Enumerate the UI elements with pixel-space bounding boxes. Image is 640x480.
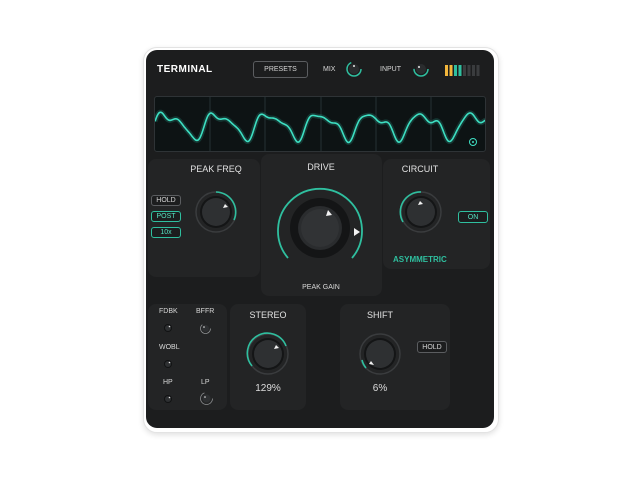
mix-knob[interactable] — [346, 61, 362, 77]
stereo-value: 129% — [255, 383, 281, 394]
waveform-trace — [155, 97, 485, 151]
bffr-label: BFFR — [196, 308, 215, 315]
presets-button[interactable]: PRESETS — [253, 61, 308, 78]
shift-title: SHIFT — [367, 310, 393, 320]
circuit-knob[interactable] — [399, 190, 443, 234]
circuit-mode-label[interactable]: ASYMMETRIC — [393, 255, 447, 264]
peak-gain-label: PEAK GAIN — [302, 284, 340, 291]
shift-hold-button[interactable]: HOLD — [417, 341, 447, 353]
bffr-knob[interactable] — [200, 323, 211, 334]
hp-label: HP — [163, 379, 173, 386]
app-title: TERMINAL — [157, 64, 213, 75]
peak-freq-knob[interactable] — [194, 190, 238, 234]
hold-button[interactable]: HOLD — [151, 195, 181, 206]
shift-value: 6% — [372, 383, 388, 394]
circuit-on-button[interactable]: ON — [458, 211, 488, 223]
circuit-title: CIRCUIT — [401, 164, 439, 174]
wobl-knob[interactable] — [163, 359, 173, 369]
stereo-title: STEREO — [249, 310, 287, 320]
shift-knob[interactable] — [358, 332, 402, 376]
mods-panel — [148, 304, 227, 410]
input-label: INPUT — [380, 66, 401, 73]
drive-knob[interactable] — [274, 182, 366, 274]
mix-label: MIX — [323, 66, 336, 73]
fdbk-label: FDBK — [159, 308, 178, 315]
hp-knob[interactable] — [163, 394, 173, 404]
post-button[interactable]: POST — [151, 211, 181, 222]
plugin-window: TERMINAL PRESETS MIX INPUT PEAK FREQ HOL… — [146, 50, 494, 428]
peak-freq-title: PEAK FREQ — [190, 164, 242, 174]
fdbk-knob[interactable] — [163, 323, 173, 333]
level-meter — [445, 65, 480, 76]
input-knob[interactable] — [413, 61, 429, 77]
lp-knob[interactable] — [200, 392, 213, 405]
multiplier-button[interactable]: 10x — [151, 227, 181, 238]
stereo-knob[interactable] — [246, 332, 290, 376]
scope-settings-icon[interactable] — [468, 137, 478, 147]
wobl-label: WOBL — [159, 344, 180, 351]
drive-title: DRIVE — [307, 162, 335, 172]
lp-label: LP — [201, 379, 210, 386]
waveform-display — [154, 96, 486, 152]
